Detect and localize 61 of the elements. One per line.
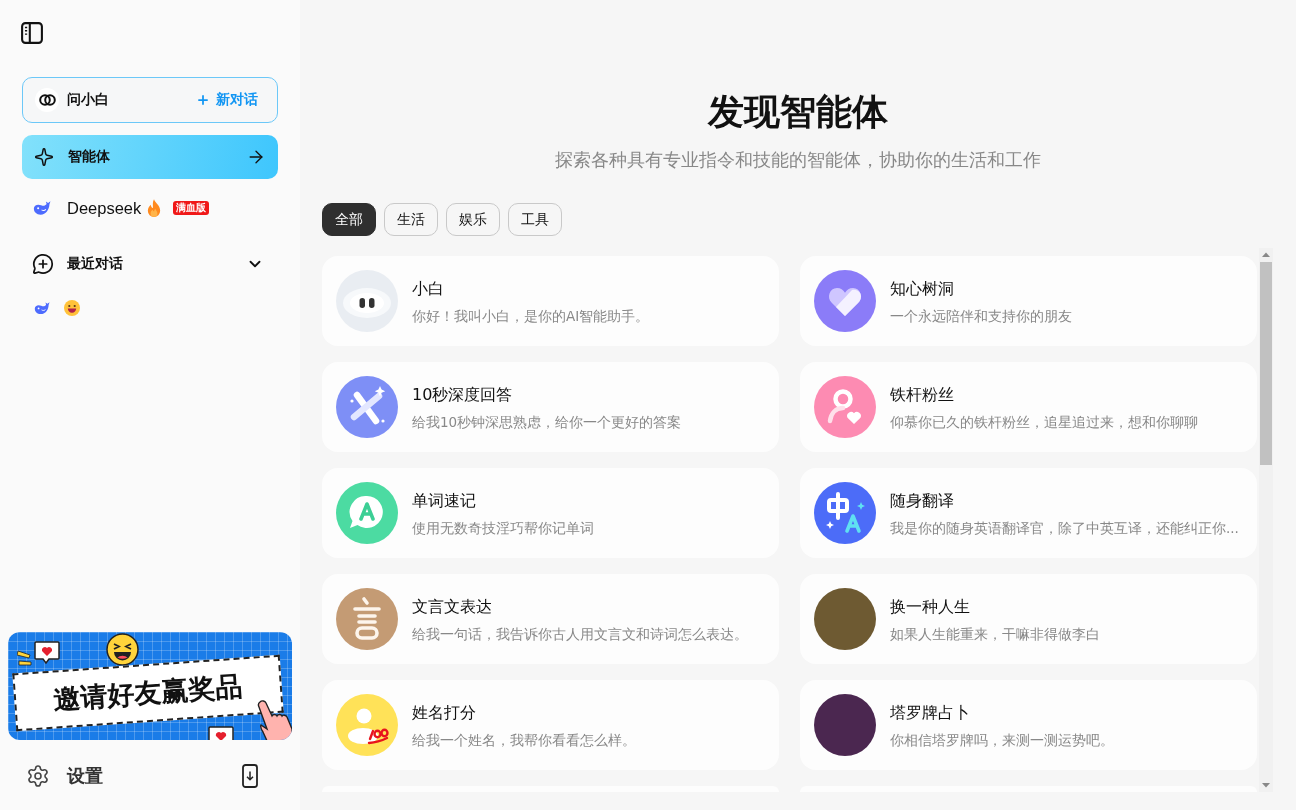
agent-description: 一个永远陪伴和支持你的朋友 [890, 306, 1072, 325]
sparkle-icon [34, 147, 54, 167]
agent-card[interactable]: 单词速记 使用无数奇技淫巧帮你记单词 [322, 468, 779, 558]
laughing-face-icon [106, 633, 139, 666]
agent-card[interactable]: 随身翻译 我是你的随身英语翻译官，除了中英互译，还能纠正你... [800, 468, 1257, 558]
agent-name: 10秒深度回答 [412, 383, 514, 406]
plus-icon [196, 93, 210, 107]
agent-description: 给我10秒钟深思熟虑，给你一个更好的答案 [412, 412, 682, 431]
agent-name: 文言文表达 [412, 595, 493, 618]
whale-icon [33, 200, 51, 216]
agent-description: 你相信塔罗牌吗，来测一测运势吧。 [890, 730, 1114, 749]
page-title: 发现智能体 [706, 90, 889, 134]
assistant-entry[interactable]: 问小白 新对话 [22, 77, 278, 123]
agents-nav-item[interactable]: 智能体 [22, 135, 278, 179]
assistant-label: 问小白 [67, 91, 109, 109]
recent-chats-toggle[interactable]: 最近对话 [22, 242, 278, 286]
agent-description: 给我一句话，我告诉你古人用文言文和诗词怎么表达。 [412, 624, 748, 643]
agent-card[interactable]: 小白 你好！我叫小白，是你的AI智能助手。 [322, 256, 779, 346]
banner-headline: 邀请好友赢奖品 [12, 654, 284, 732]
agent-card[interactable]: 塔罗牌占卜 你相信塔罗牌吗，来测一测运势吧。 [800, 680, 1257, 770]
filter-tab[interactable]: 生活 [384, 203, 438, 236]
agent-name: 小白 [412, 277, 445, 300]
agent-description: 给我一个姓名，我帮你看看怎么样。 [412, 730, 636, 749]
agent-card[interactable]: 10秒深度回答 给我10秒钟深思熟虑，给你一个更好的答案 [322, 362, 779, 452]
agent-name: 知心树洞 [890, 277, 955, 300]
link-rings-icon [35, 88, 59, 112]
agent-card[interactable]: 换一种人生 如果人生能重来，干嘛非得做李白 [800, 574, 1257, 664]
agent-name: 随身翻译 [890, 489, 955, 512]
chat-plus-icon [32, 253, 54, 275]
version-badge: 满血版 [173, 201, 210, 215]
scrollbar-track[interactable] [1259, 248, 1273, 792]
whale-icon [34, 301, 50, 315]
agent-description: 如果人生能重来，干嘛非得做李白 [890, 624, 1100, 643]
agent-name: 单词速记 [412, 489, 477, 512]
grinning-face-icon [64, 300, 80, 316]
agent-description: 你好！我叫小白，是你的AI智能助手。 [412, 306, 650, 325]
settings-icon [26, 764, 50, 788]
agent-card[interactable]: 知心树洞 一个永远陪伴和支持你的朋友 [800, 256, 1257, 346]
agent-description: 仰慕你已久的铁杆粉丝，追星追过来，想和你聊聊 [890, 412, 1198, 431]
agent-name: 换一种人生 [890, 595, 971, 618]
settings-button[interactable]: 设置 [26, 764, 103, 788]
agent-name: 姓名打分 [412, 701, 477, 724]
agent-name: 铁杆粉丝 [890, 383, 955, 406]
flame-icon [147, 199, 162, 217]
agent-card[interactable]: 文言文表达 给我一句话，我告诉你古人用文言文和诗词怎么表达。 [322, 574, 779, 664]
sidebar-toggle-icon[interactable] [21, 22, 43, 44]
heart-bubble-icon [34, 641, 60, 665]
spark-lines-icon [17, 650, 32, 668]
agent-card[interactable]: 姓名打分 给我一个姓名，我帮你看看怎么样。 [322, 680, 779, 770]
phone-download-icon[interactable] [242, 764, 258, 788]
page-subtitle: 探索各种具有专业指令和技能的智能体，协助你的生活和工作 [553, 148, 1042, 172]
filter-tab[interactable]: 全部 [322, 203, 376, 236]
agent-card[interactable]: 铁杆粉丝 仰慕你已久的铁杆粉丝，追星追过来，想和你聊聊 [800, 362, 1257, 452]
agent-description: 使用无数奇技淫巧帮你记单词 [412, 518, 594, 537]
filter-tab[interactable]: 工具 [508, 203, 562, 236]
filter-tab[interactable]: 娱乐 [446, 203, 500, 236]
agent-name: 塔罗牌占卜 [890, 701, 971, 724]
model-nav-item[interactable]: Deepseek 满血版 [22, 186, 278, 230]
agent-description: 我是你的随身英语翻译官，除了中英互译，还能纠正你... [890, 518, 1239, 537]
scrollbar-thumb[interactable] [1260, 262, 1272, 465]
invite-banner[interactable]: 邀请好友赢奖品 [8, 632, 292, 740]
